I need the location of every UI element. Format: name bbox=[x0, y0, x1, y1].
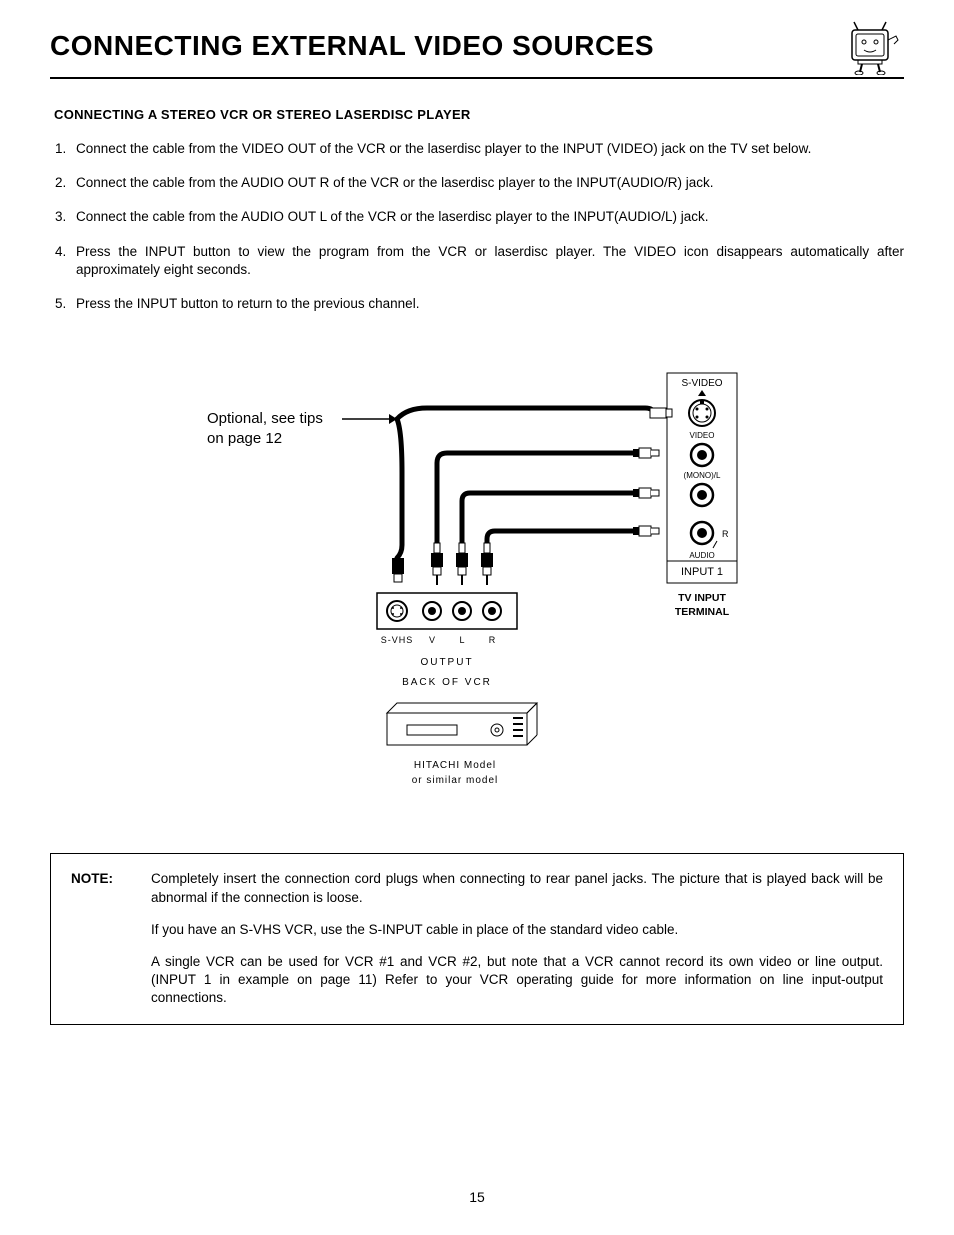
step-item: Connect the cable from the AUDIO OUT L o… bbox=[70, 208, 904, 226]
step-item: Press the INPUT button to view the progr… bbox=[70, 243, 904, 279]
label-model: or similar model bbox=[412, 775, 499, 786]
label-r: R bbox=[722, 529, 729, 539]
instruction-list: Connect the cable from the VIDEO OUT of … bbox=[70, 140, 904, 313]
page-number: 15 bbox=[0, 1189, 954, 1205]
label-r: R bbox=[489, 635, 496, 645]
vcr-device-icon bbox=[387, 703, 537, 745]
label-back-vcr: BACK OF VCR bbox=[402, 677, 492, 688]
connection-diagram: Optional, see tips on page 12 S-VIDEO VI… bbox=[197, 353, 757, 813]
label-svideo: S-VIDEO bbox=[681, 378, 722, 389]
step-item: Connect the cable from the VIDEO OUT of … bbox=[70, 140, 904, 158]
label-svhs: S-VHS bbox=[381, 635, 414, 645]
tip-text: Optional, see tips bbox=[207, 410, 323, 427]
tip-text: on page 12 bbox=[207, 430, 282, 447]
note-paragraph: Completely insert the connection cord pl… bbox=[151, 870, 883, 906]
label-tv-terminal: TERMINAL bbox=[675, 606, 730, 618]
label-v: V bbox=[429, 635, 435, 645]
label-output: OUTPUT bbox=[420, 657, 473, 668]
label-mono-l: (MONO)/L bbox=[684, 471, 721, 480]
label-input1: INPUT 1 bbox=[681, 566, 723, 578]
label-tv-terminal: TV INPUT bbox=[678, 592, 726, 604]
note-label: NOTE: bbox=[71, 870, 151, 1007]
note-paragraph: If you have an S-VHS VCR, use the S-INPU… bbox=[151, 921, 883, 939]
section-heading: CONNECTING A STEREO VCR OR STEREO LASERD… bbox=[54, 107, 904, 122]
label-audio: AUDIO bbox=[689, 551, 714, 560]
step-item: Connect the cable from the AUDIO OUT R o… bbox=[70, 174, 904, 192]
page-title: CONNECTING EXTERNAL VIDEO SOURCES bbox=[50, 30, 844, 62]
label-video: VIDEO bbox=[690, 431, 715, 440]
note-paragraph: A single VCR can be used for VCR #1 and … bbox=[151, 953, 883, 1008]
label-l: L bbox=[459, 635, 464, 645]
step-item: Press the INPUT button to return to the … bbox=[70, 295, 904, 313]
tv-robot-icon bbox=[844, 20, 904, 75]
note-box: NOTE: Completely insert the connection c… bbox=[50, 853, 904, 1024]
label-model: HITACHI Model bbox=[414, 760, 496, 771]
